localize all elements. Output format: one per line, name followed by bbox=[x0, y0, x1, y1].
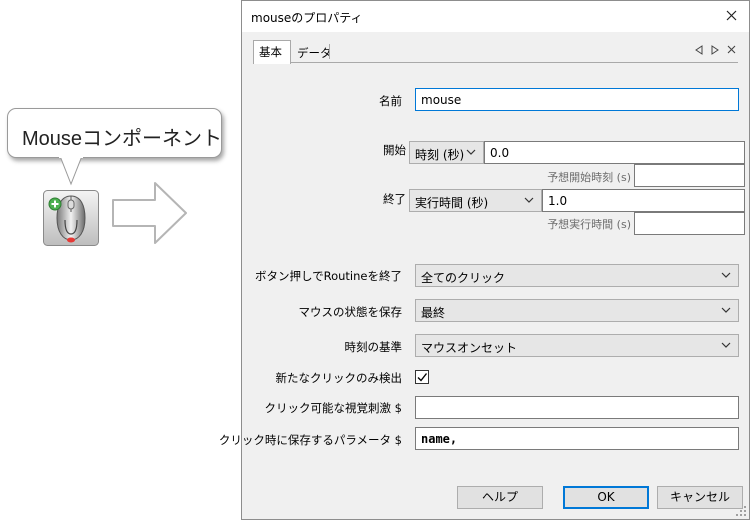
force-end-value: 全てのクリック bbox=[421, 271, 506, 285]
clickable-stimuli-label: クリック可能な視覚刺激 $ bbox=[264, 401, 402, 415]
tab-data-label: データ bbox=[297, 46, 332, 60]
new-clicks-label: 新たなクリックのみ検出 bbox=[275, 371, 403, 385]
dialog-title: mouseのプロパティ bbox=[251, 11, 363, 25]
chevron-down-icon bbox=[721, 307, 731, 313]
stop-label: 終了 bbox=[383, 192, 406, 206]
chevron-down-icon bbox=[721, 342, 731, 348]
ok-button-label: OK bbox=[597, 490, 615, 504]
stop-type-value: 実行時間 (秒) bbox=[415, 196, 489, 210]
cancel-button[interactable]: キャンセル bbox=[657, 486, 743, 509]
expected-start-label: 予想開始時刻 (s) bbox=[547, 171, 631, 184]
properties-dialog: mouseのプロパティ 基本 データ 名前 mouse 開始 時刻 (秒) 0.… bbox=[219, 0, 750, 520]
stop-type-select[interactable]: 実行時間 (秒) bbox=[409, 189, 542, 212]
tab-separator bbox=[329, 44, 330, 59]
resize-grip-icon[interactable] bbox=[735, 505, 747, 517]
help-button-label: ヘルプ bbox=[481, 490, 518, 504]
component-callout: Mouseコンポーネント bbox=[7, 108, 222, 158]
clickable-stimuli-field[interactable] bbox=[415, 396, 739, 419]
help-button[interactable]: ヘルプ bbox=[457, 486, 543, 509]
tab-basic-label: 基本 bbox=[259, 45, 282, 59]
name-value: mouse bbox=[421, 93, 462, 107]
stop-value: 1.0 bbox=[548, 194, 568, 208]
save-params-value: name, bbox=[421, 432, 458, 446]
new-clicks-checkbox[interactable] bbox=[415, 370, 429, 384]
start-type-value: 時刻 (秒) bbox=[415, 148, 465, 162]
title-bar: mouseのプロパティ bbox=[242, 1, 749, 32]
name-label: 名前 bbox=[379, 94, 402, 108]
force-end-select[interactable]: 全てのクリック bbox=[415, 264, 739, 287]
expected-duration-field[interactable] bbox=[634, 212, 745, 235]
cancel-button-label: キャンセル bbox=[669, 490, 730, 504]
force-end-label: ボタン押しでRoutineを終了 bbox=[254, 269, 402, 283]
right-arrow-icon bbox=[112, 182, 187, 244]
save-state-label: マウスの状態を保存 bbox=[298, 305, 403, 319]
callout-tail bbox=[59, 156, 83, 186]
triangle-left-icon[interactable] bbox=[695, 45, 703, 55]
save-params-label: クリック時に保存するパラメータ $ bbox=[218, 433, 402, 447]
start-value: 0.0 bbox=[490, 146, 510, 160]
chevron-down-icon bbox=[524, 197, 534, 203]
tab-strip: 基本 データ bbox=[253, 40, 738, 64]
chevron-down-icon bbox=[721, 272, 731, 278]
callout-text: Mouseコンポーネント bbox=[22, 128, 223, 150]
mouse-component-icon bbox=[43, 190, 99, 246]
time-relative-label: 時刻の基準 bbox=[344, 340, 403, 354]
triangle-right-icon[interactable] bbox=[711, 45, 719, 55]
close-icon bbox=[726, 10, 736, 21]
save-state-value: 最終 bbox=[421, 306, 446, 320]
expected-start-field[interactable] bbox=[634, 164, 745, 187]
stop-value-field[interactable]: 1.0 bbox=[542, 189, 745, 212]
expected-duration-label: 予想実行時間 (s) bbox=[547, 218, 631, 231]
start-value-field[interactable]: 0.0 bbox=[484, 141, 745, 164]
close-button[interactable] bbox=[719, 5, 743, 27]
time-relative-select[interactable]: マウスオンセット bbox=[415, 334, 739, 357]
save-state-select[interactable]: 最終 bbox=[415, 299, 739, 322]
checkmark-icon bbox=[417, 373, 428, 382]
tab-basic[interactable]: 基本 bbox=[253, 40, 291, 64]
start-type-select[interactable]: 時刻 (秒) bbox=[409, 141, 484, 164]
ok-button[interactable]: OK bbox=[563, 486, 649, 509]
start-label: 開始 bbox=[383, 143, 406, 157]
save-params-field[interactable]: name, bbox=[415, 427, 739, 450]
name-field[interactable]: mouse bbox=[415, 88, 739, 111]
chevron-down-icon bbox=[466, 149, 476, 155]
tab-close-icon[interactable] bbox=[727, 45, 736, 54]
time-relative-value: マウスオンセット bbox=[421, 341, 518, 355]
